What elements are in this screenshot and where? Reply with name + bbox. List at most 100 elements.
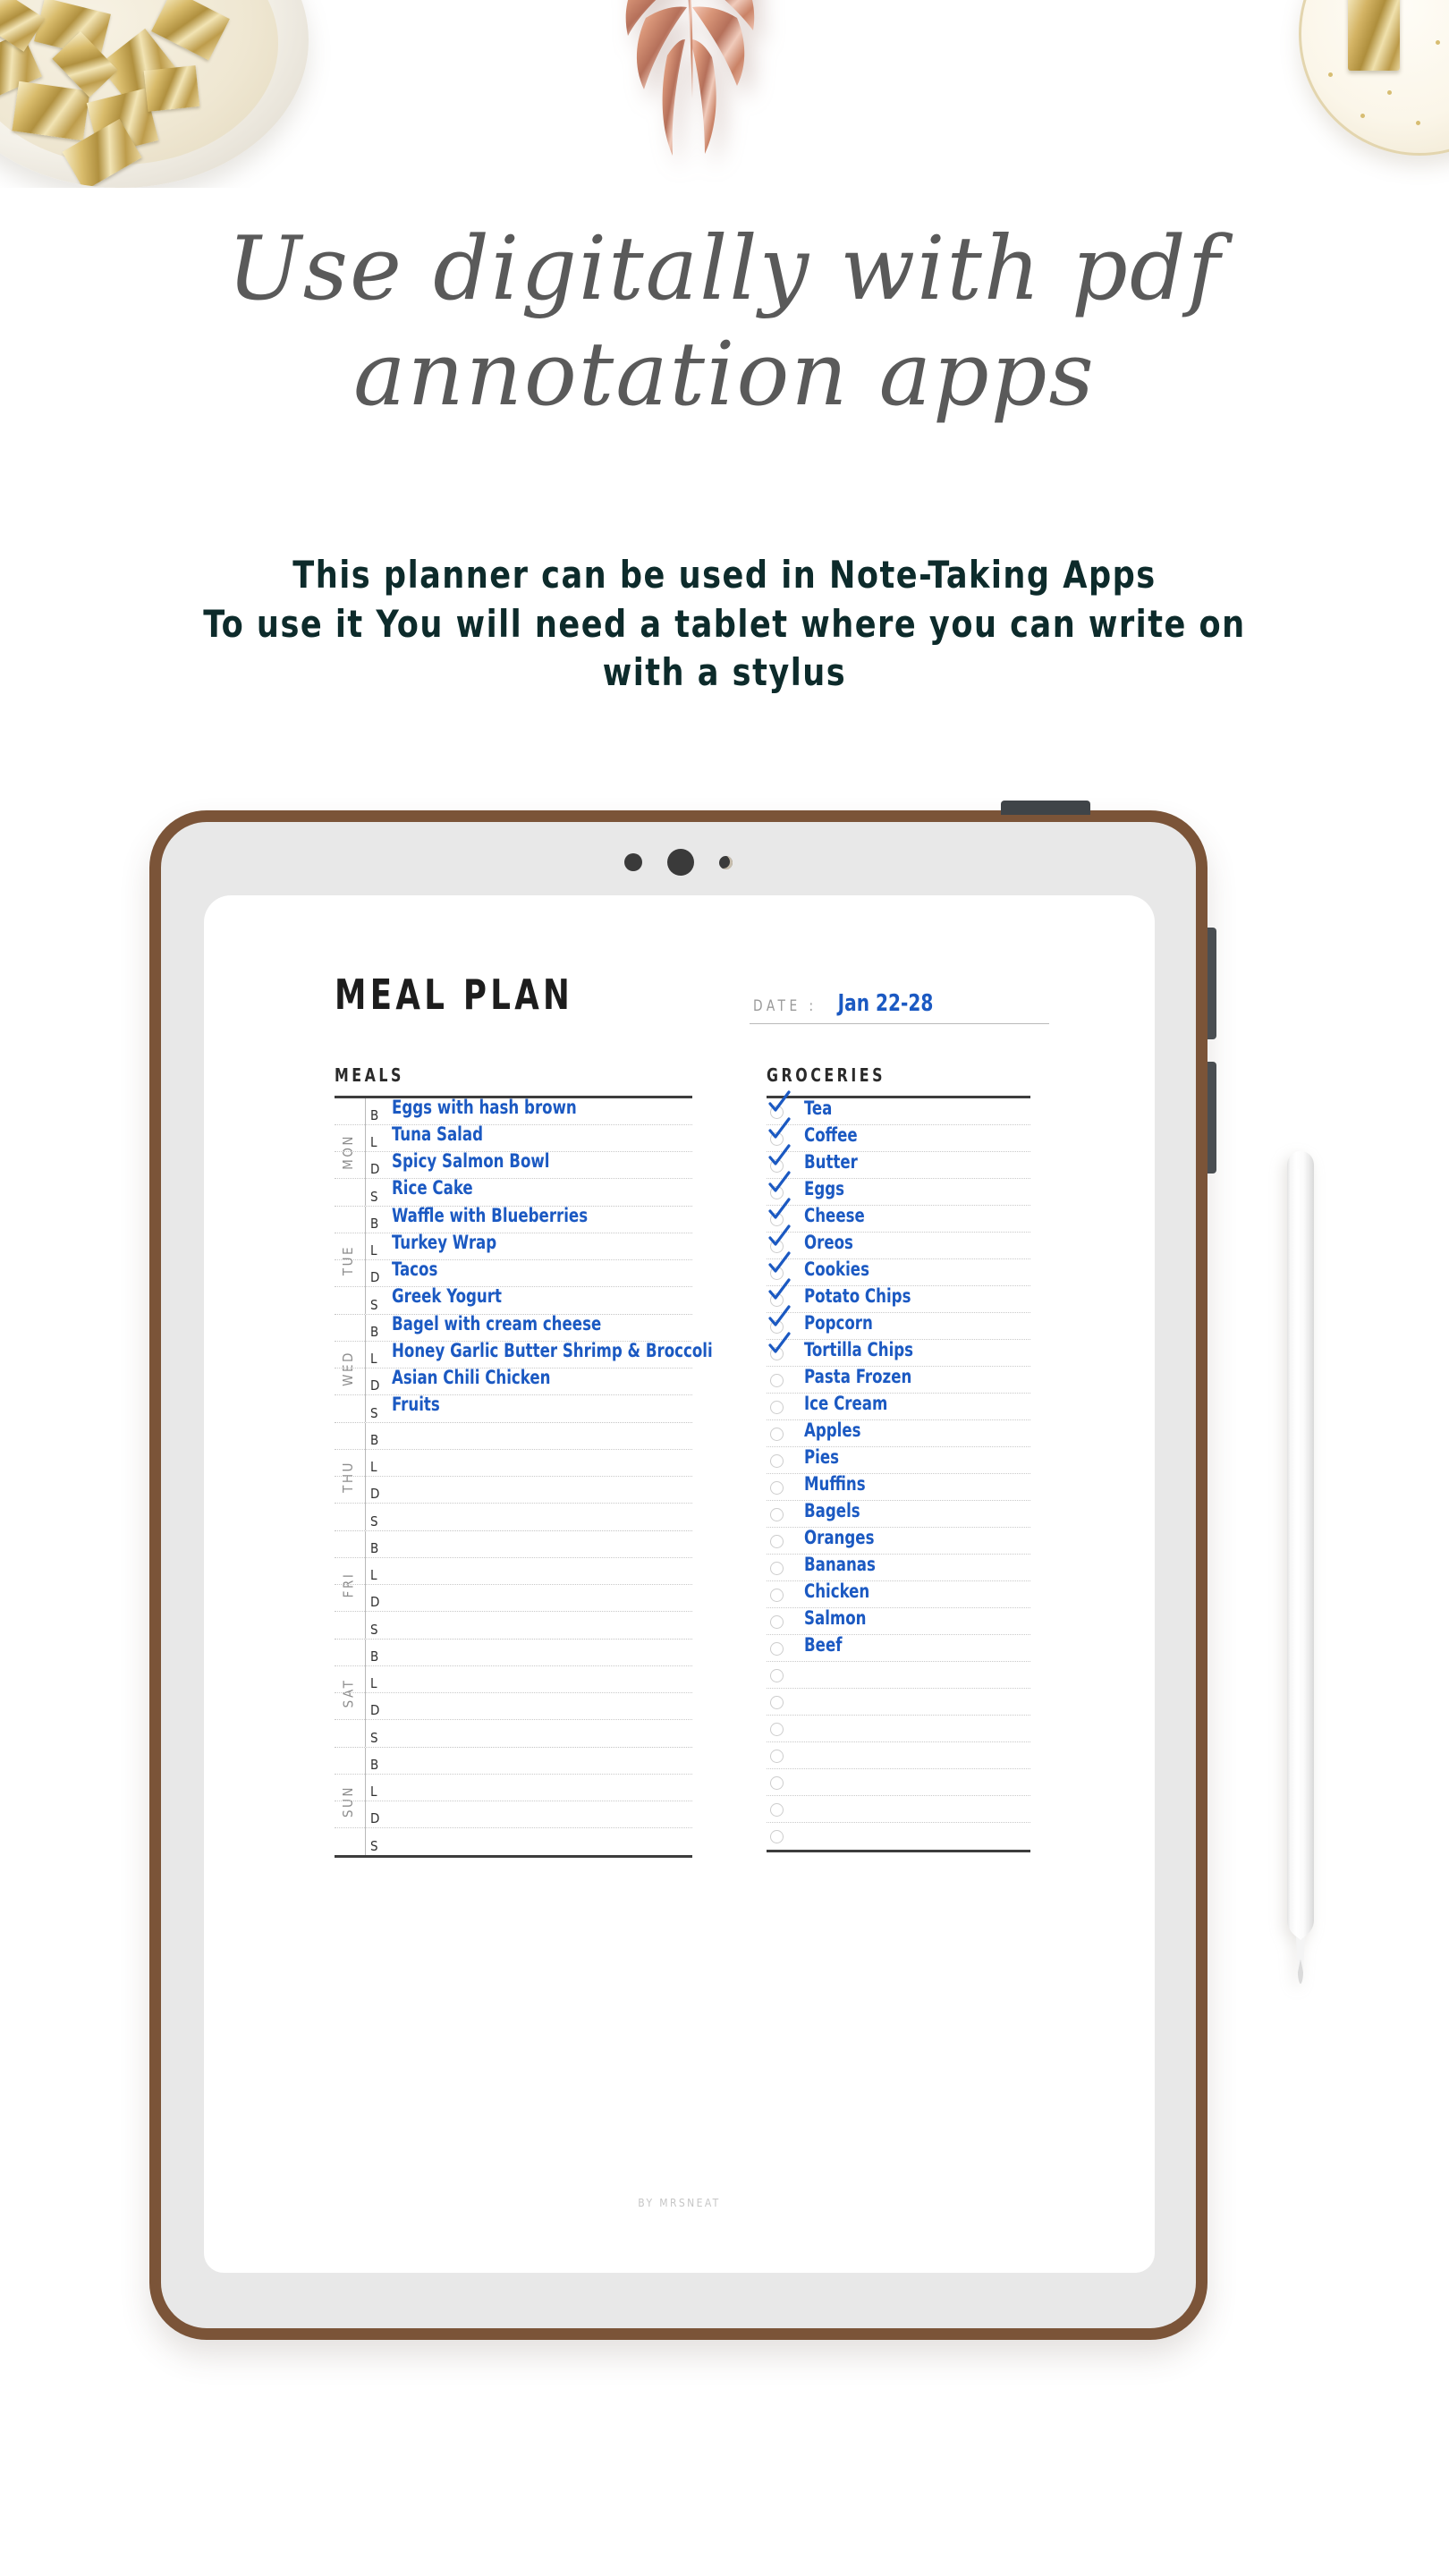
meal-row[interactable]: B (335, 1531, 692, 1558)
grocery-checkbox[interactable] (770, 1374, 784, 1387)
date-field[interactable]: DATE : Jan 22-28 (750, 990, 1049, 1024)
grocery-label[interactable]: Salmon (804, 1607, 866, 1629)
volume-down-button[interactable] (1208, 1062, 1216, 1174)
grocery-checkbox[interactable] (770, 1589, 784, 1602)
grocery-label[interactable]: Popcorn (804, 1312, 873, 1334)
grocery-row[interactable]: Pies (767, 1446, 1030, 1474)
grocery-row[interactable] (767, 1796, 1030, 1823)
grocery-label[interactable]: Potato Chips (804, 1285, 911, 1307)
meal-value[interactable]: Eggs with hash brown (392, 1097, 577, 1118)
grocery-row[interactable]: Butter (767, 1144, 1030, 1179)
meal-row[interactable]: D Spicy Salmon Bowl (335, 1150, 692, 1179)
meal-value[interactable]: Asian Chili Chicken (392, 1367, 550, 1388)
meal-value[interactable]: Honey Garlic Butter Shrimp & Broccoli (392, 1340, 713, 1361)
meal-row[interactable]: S (335, 1612, 692, 1639)
grocery-row[interactable]: Popcorn (767, 1305, 1030, 1340)
meal-value[interactable]: Waffle with Blueberries (392, 1205, 588, 1226)
grocery-label[interactable]: Oranges (804, 1527, 874, 1548)
grocery-label[interactable]: Tea (804, 1097, 832, 1119)
grocery-checkbox[interactable] (770, 1562, 784, 1575)
grocery-label[interactable]: Chicken (804, 1580, 869, 1602)
grocery-row[interactable]: Eggs (767, 1171, 1030, 1206)
grocery-label[interactable]: Butter (804, 1151, 858, 1173)
grocery-checkbox[interactable] (770, 1803, 784, 1817)
meal-row[interactable]: L Turkey Wrap (335, 1232, 692, 1260)
meal-value[interactable]: Tacos (392, 1258, 437, 1280)
meal-row[interactable]: S (335, 1828, 692, 1855)
meal-value[interactable]: Rice Cake (392, 1177, 473, 1199)
meal-row[interactable]: B Eggs with hash brown (335, 1097, 692, 1125)
meal-row[interactable]: B Waffle with Blueberries (335, 1205, 692, 1233)
meal-row[interactable]: L Honey Garlic Butter Shrimp & Broccoli (335, 1340, 713, 1368)
meal-row[interactable]: D (335, 1693, 692, 1720)
grocery-checkbox[interactable] (770, 1696, 784, 1709)
grocery-label[interactable]: Ice Cream (804, 1393, 887, 1414)
meal-row[interactable]: S (335, 1504, 692, 1530)
grocery-checkbox[interactable] (770, 1508, 784, 1521)
meal-row[interactable]: D (335, 1585, 692, 1612)
volume-up-button[interactable] (1208, 928, 1216, 1039)
grocery-checkbox[interactable] (770, 1454, 784, 1468)
grocery-label[interactable]: Eggs (804, 1178, 844, 1199)
date-value[interactable]: Jan 22-28 (838, 990, 934, 1017)
meal-row[interactable]: S (335, 1720, 692, 1747)
grocery-row[interactable]: Muffins (767, 1473, 1030, 1501)
grocery-row[interactable]: Bagels (767, 1500, 1030, 1528)
meal-row[interactable]: D Tacos (335, 1258, 692, 1287)
meal-row[interactable]: S Fruits (335, 1394, 692, 1422)
grocery-checkbox[interactable] (770, 1428, 784, 1441)
meal-row[interactable]: D Asian Chili Chicken (335, 1367, 692, 1395)
meal-value[interactable]: Bagel with cream cheese (392, 1313, 601, 1335)
grocery-row[interactable]: Cheese (767, 1198, 1030, 1233)
grocery-row[interactable] (767, 1716, 1030, 1742)
grocery-label[interactable]: Tortilla Chips (804, 1339, 913, 1360)
grocery-row[interactable]: Oreos (767, 1224, 1030, 1259)
meal-row[interactable]: B (335, 1640, 692, 1666)
grocery-row[interactable]: Bananas (767, 1554, 1030, 1581)
grocery-checkbox[interactable] (770, 1642, 784, 1656)
grocery-checkbox[interactable] (770, 1830, 784, 1843)
grocery-row[interactable]: Chicken (767, 1580, 1030, 1608)
meal-row[interactable]: S Greek Yogurt (335, 1285, 692, 1314)
grocery-label[interactable]: Cookies (804, 1258, 869, 1280)
meal-row[interactable]: L (335, 1775, 692, 1801)
grocery-row[interactable] (767, 1742, 1030, 1769)
grocery-label[interactable]: Cheese (804, 1205, 865, 1226)
grocery-checkbox[interactable] (770, 1776, 784, 1790)
grocery-checkbox[interactable] (770, 1401, 784, 1414)
meal-value[interactable]: Tuna Salad (392, 1123, 483, 1145)
meal-value[interactable]: Greek Yogurt (392, 1285, 502, 1307)
meal-value[interactable]: Spicy Salmon Bowl (392, 1150, 549, 1172)
grocery-row[interactable] (767, 1769, 1030, 1796)
grocery-checkbox[interactable] (770, 1481, 784, 1495)
grocery-label[interactable]: Muffins (804, 1473, 866, 1495)
meal-row[interactable]: L (335, 1558, 692, 1585)
meal-row[interactable]: B (335, 1748, 692, 1775)
meal-value[interactable]: Turkey Wrap (392, 1232, 496, 1253)
grocery-checkbox[interactable] (770, 1669, 784, 1682)
grocery-row[interactable]: Tortilla Chips (767, 1332, 1030, 1367)
grocery-row[interactable] (767, 1689, 1030, 1716)
grocery-checkbox[interactable] (770, 1535, 784, 1548)
grocery-label[interactable]: Bananas (804, 1554, 876, 1575)
grocery-row[interactable]: Tea (767, 1090, 1030, 1125)
grocery-row[interactable]: Apples (767, 1419, 1030, 1447)
meal-row[interactable]: B Bagel with cream cheese (335, 1313, 692, 1342)
grocery-row[interactable]: Beef (767, 1634, 1030, 1662)
grocery-label[interactable]: Coffee (804, 1124, 858, 1146)
meal-row[interactable]: L (335, 1666, 692, 1693)
grocery-label[interactable]: Bagels (804, 1500, 860, 1521)
meal-row[interactable]: D (335, 1477, 692, 1504)
grocery-checkbox[interactable] (770, 1723, 784, 1736)
grocery-label[interactable]: Oreos (804, 1232, 853, 1253)
grocery-row[interactable]: Coffee (767, 1117, 1030, 1152)
meal-row[interactable]: L Tuna Salad (335, 1123, 692, 1152)
meal-row[interactable]: L (335, 1450, 692, 1477)
tablet-screen[interactable]: MEAL PLAN DATE : Jan 22-28 MEALS GROCERI… (204, 895, 1155, 2273)
meal-row[interactable]: D (335, 1801, 692, 1828)
grocery-label[interactable]: Beef (804, 1634, 842, 1656)
grocery-label[interactable]: Pies (804, 1446, 839, 1468)
grocery-row[interactable]: Oranges (767, 1527, 1030, 1555)
grocery-checkbox[interactable] (770, 1615, 784, 1629)
meal-row[interactable]: B (335, 1423, 692, 1450)
